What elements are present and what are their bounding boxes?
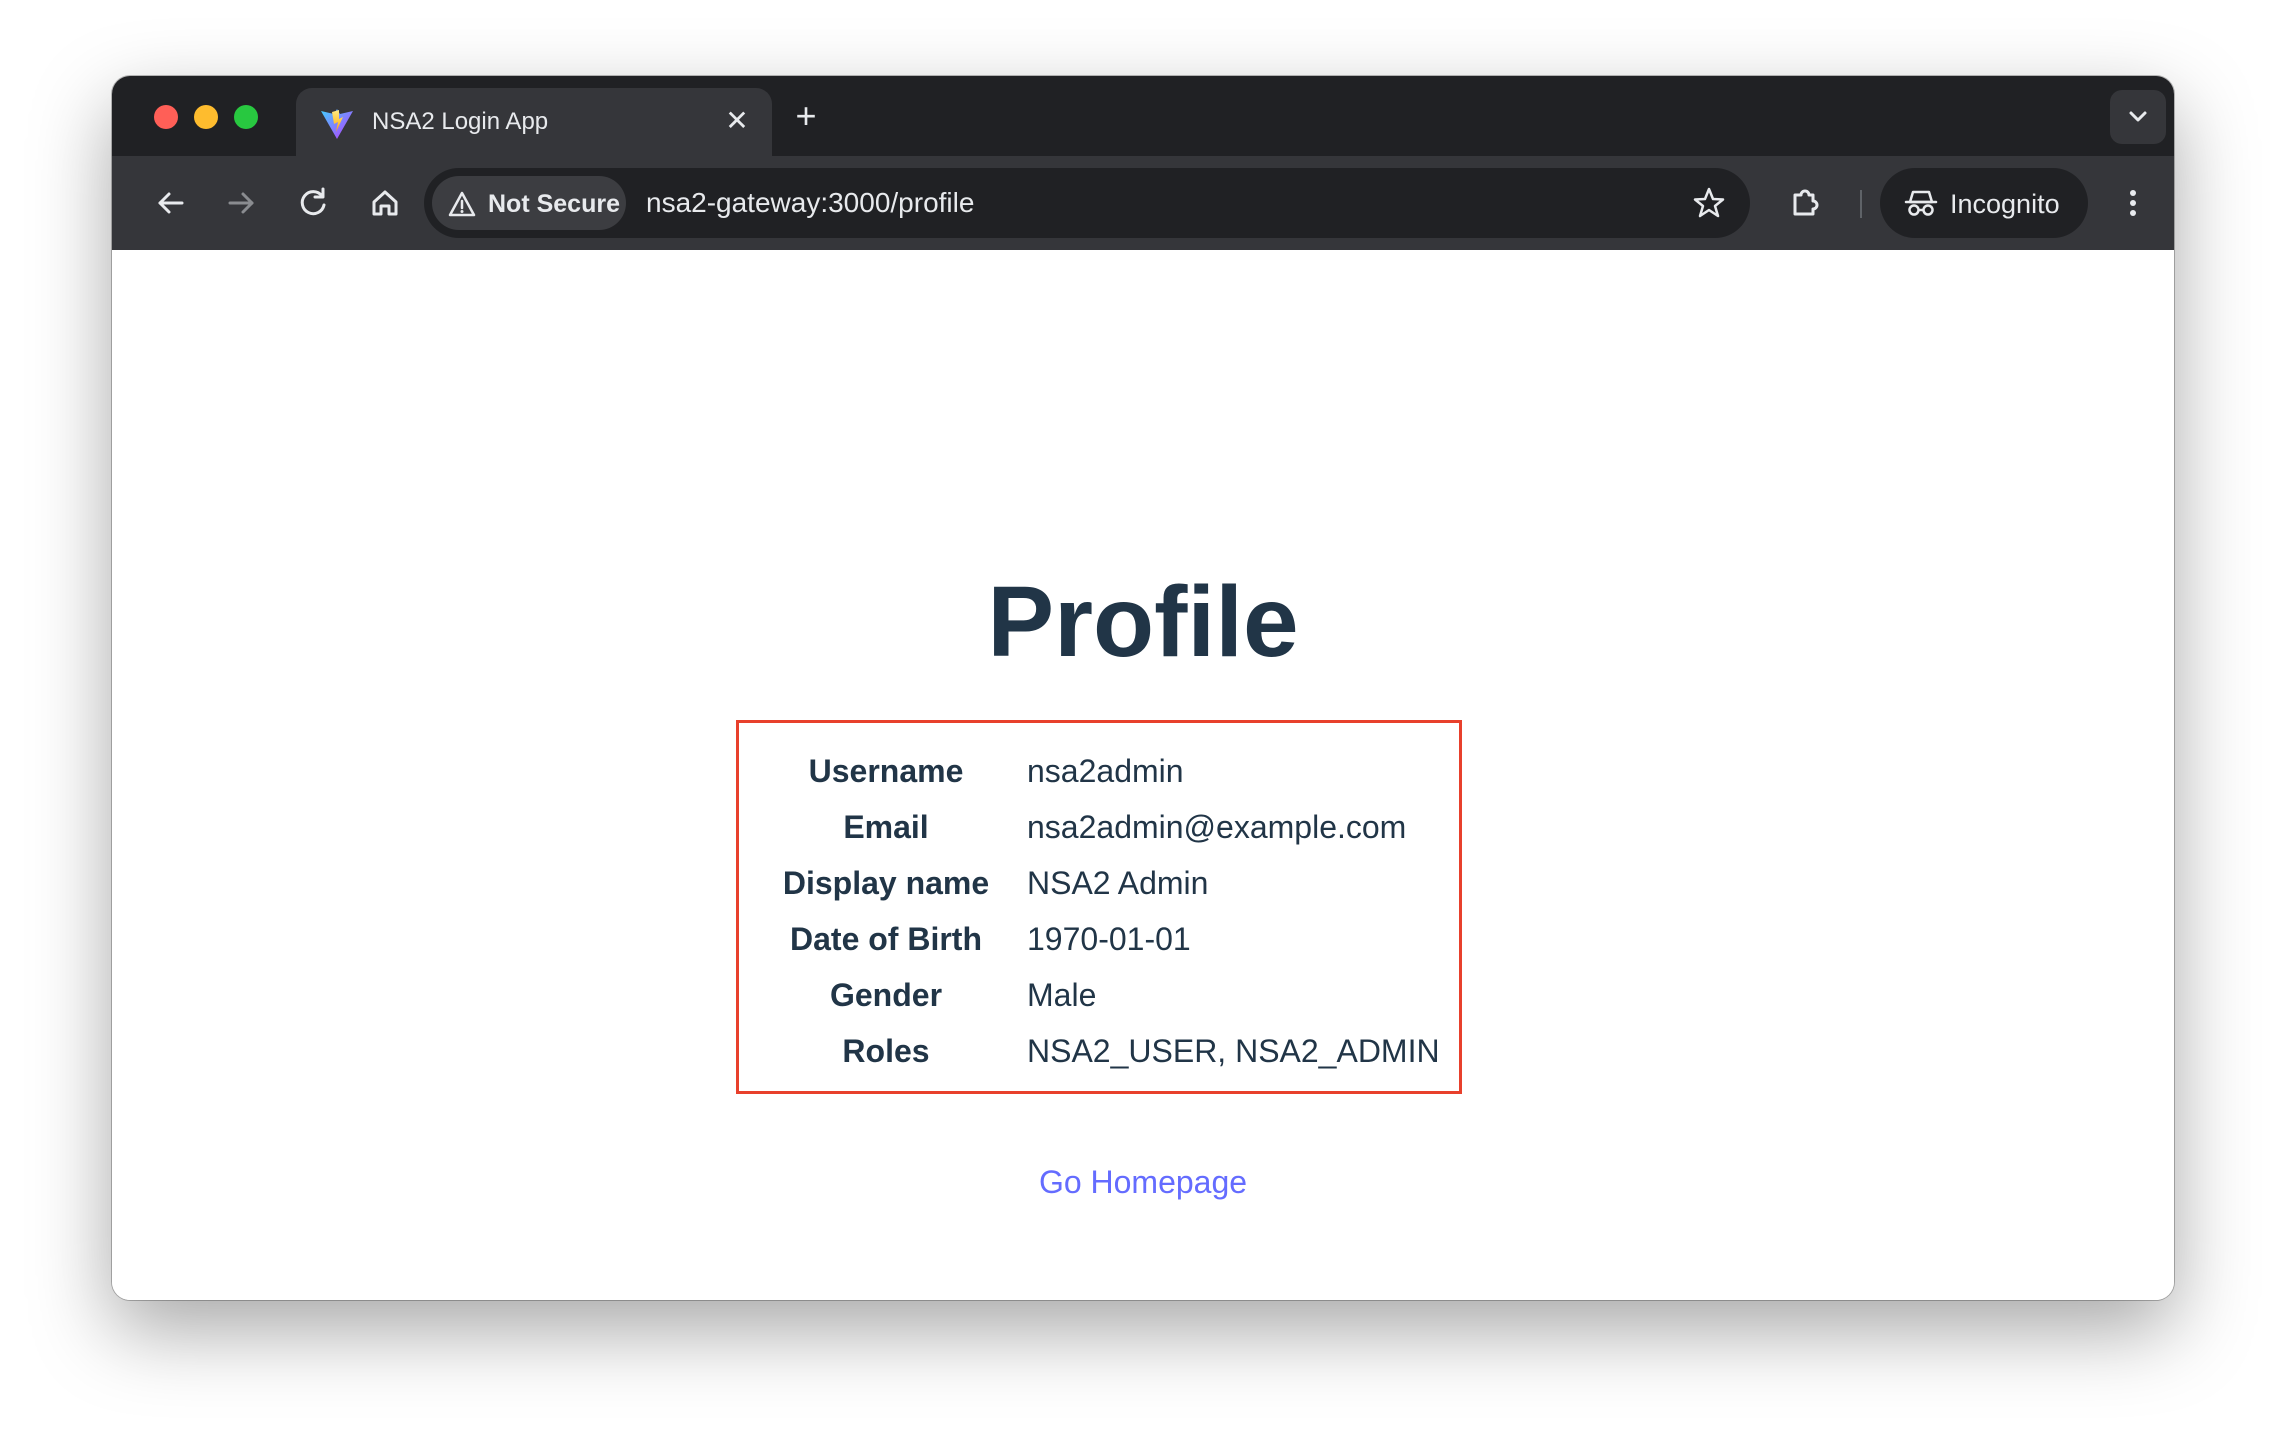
profile-value: Male <box>1027 977 1097 1013</box>
new-tab-button[interactable]: + <box>784 94 828 138</box>
tab-search-button[interactable] <box>2110 90 2166 144</box>
forward-icon <box>228 192 254 214</box>
profile-label: Email <box>843 809 929 845</box>
profile-label: Date of Birth <box>790 921 982 957</box>
tab-title: NSA2 Login App <box>372 108 549 135</box>
profile-row-display-name: Display name NSA2 Admin <box>739 855 1459 911</box>
browser-window: NSA2 Login App ✕ + Not Secure nsa2-gatew… <box>112 76 2174 1300</box>
profile-label: Roles <box>842 1033 930 1069</box>
incognito-icon <box>1904 190 1938 216</box>
bookmark-button[interactable] <box>1692 186 1726 220</box>
profile-label: Display name <box>782 865 990 901</box>
page-title: Profile <box>987 566 1299 678</box>
close-window-button[interactable] <box>154 105 178 129</box>
maximize-window-button[interactable] <box>234 105 258 129</box>
incognito-label: Incognito <box>1950 189 2060 219</box>
back-icon <box>158 192 184 214</box>
page-content: Profile Username nsa2admin Email nsa2adm… <box>112 250 2174 1300</box>
home-button[interactable] <box>360 178 410 228</box>
vite-favicon <box>321 109 353 139</box>
extensions-button[interactable] <box>1780 178 1830 228</box>
star-icon <box>1693 187 1725 218</box>
more-menu-button[interactable] <box>2108 178 2158 228</box>
security-chip[interactable]: Not Secure <box>432 176 626 230</box>
profile-value: NSA2_USER, NSA2_ADMIN <box>1027 1033 1440 1069</box>
tab-search-icon <box>2129 111 2147 122</box>
more-menu-icon <box>2130 190 2136 216</box>
profile-row-email: Email nsa2admin@example.com <box>739 799 1459 855</box>
profile-details-box: Username nsa2admin Email nsa2admin@examp… <box>736 720 1462 1094</box>
profile-value: nsa2admin@example.com <box>1027 809 1407 845</box>
toolbar-divider <box>1860 190 1862 218</box>
address-bar[interactable]: Not Secure nsa2-gateway:3000/profile <box>424 168 1750 238</box>
browser-toolbar: Not Secure nsa2-gateway:3000/profile Inc… <box>112 156 2174 250</box>
forward-button[interactable] <box>216 178 266 228</box>
tab-active[interactable]: NSA2 Login App ✕ <box>296 88 772 156</box>
incognito-chip[interactable]: Incognito <box>1880 168 2088 238</box>
go-homepage-link[interactable]: Go Homepage <box>112 1160 2174 1204</box>
profile-value: nsa2admin <box>1027 753 1184 789</box>
warning-icon <box>448 191 476 217</box>
home-icon <box>372 190 398 216</box>
reload-button[interactable] <box>288 178 338 228</box>
profile-row-roles: Roles NSA2_USER, NSA2_ADMIN <box>739 1023 1459 1079</box>
profile-label: Username <box>808 753 964 789</box>
profile-row-username: Username nsa2admin <box>739 743 1459 799</box>
tab-close-icon[interactable]: ✕ <box>720 104 754 138</box>
url-text[interactable]: nsa2-gateway:3000/profile <box>646 186 974 220</box>
tab-strip: NSA2 Login App ✕ + <box>112 76 2174 156</box>
profile-label: Gender <box>829 977 943 1013</box>
profile-value: NSA2 Admin <box>1027 865 1209 901</box>
back-button[interactable] <box>146 178 196 228</box>
reload-icon <box>300 187 326 216</box>
profile-row-gender: Gender Male <box>739 967 1459 1023</box>
profile-row-date-of-birth: Date of Birth 1970-01-01 <box>739 911 1459 967</box>
profile-value: 1970-01-01 <box>1027 921 1191 957</box>
minimize-window-button[interactable] <box>194 105 218 129</box>
extensions-icon <box>1793 189 1819 216</box>
security-label: Not Secure <box>488 190 620 218</box>
